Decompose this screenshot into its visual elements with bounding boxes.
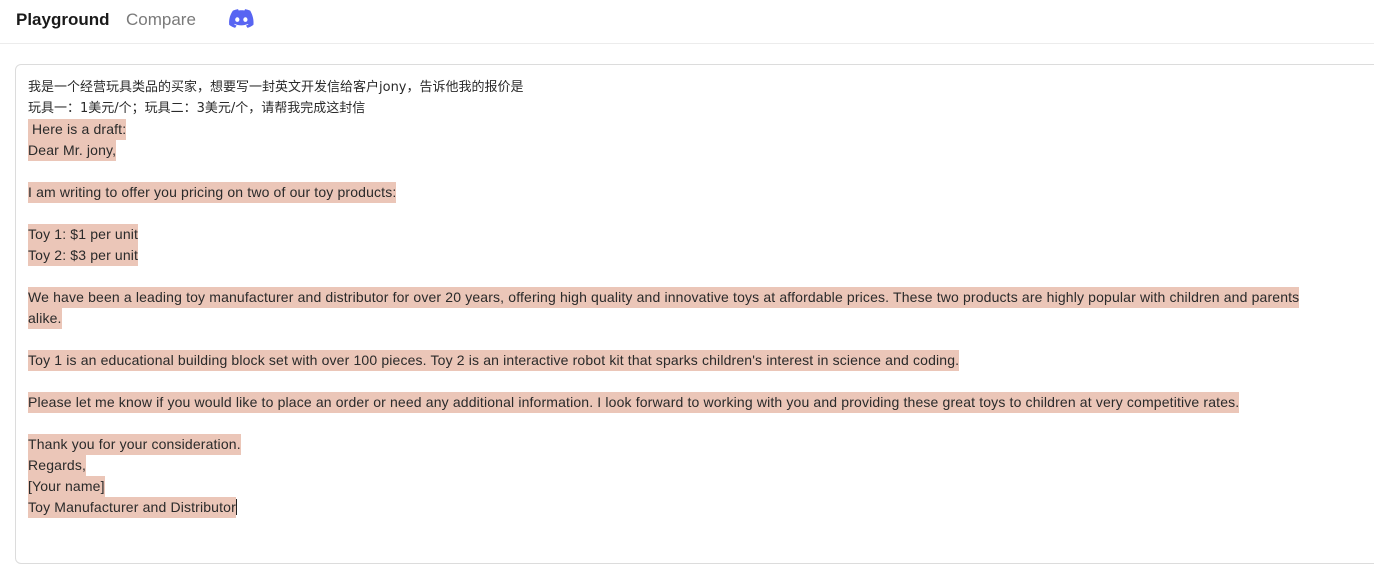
response-paragraph-2-cont: alike. <box>28 308 62 329</box>
prompt-line-1: 我是一个经营玩具类品的买家，想要写一封英文开发信给客户jony，告诉他我的报价是 <box>28 80 524 95</box>
response-thanks: Thank you for your consideration. <box>28 434 241 455</box>
tab-playground[interactable]: Playground <box>16 10 110 30</box>
top-nav: Playground Compare <box>0 0 1374 44</box>
tab-compare[interactable]: Compare <box>126 10 196 30</box>
response-paragraph-3: Toy 1 is an educational building block s… <box>28 350 960 371</box>
response-regards: Regards, <box>28 455 87 476</box>
response-salutation: Dear Mr. jony, <box>28 140 117 161</box>
response-toy-2: Toy 2: $3 per unit <box>28 245 139 266</box>
response-title: Toy Manufacturer and Distributor <box>28 497 236 518</box>
prompt-editor[interactable]: 我是一个经营玩具类品的买家，想要写一封英文开发信给客户jony，告诉他我的报价是… <box>15 64 1374 564</box>
response-toy-1: Toy 1: $1 per unit <box>28 224 139 245</box>
response-paragraph-4: Please let me know if you would like to … <box>28 392 1240 413</box>
response-paragraph-1: I am writing to offer you pricing on two… <box>28 182 397 203</box>
discord-icon[interactable] <box>229 9 254 28</box>
response-intro: Here is a draft: <box>28 119 127 140</box>
response-name: [Your name] <box>28 476 105 497</box>
editor-content: 我是一个经营玩具类品的买家，想要写一封英文开发信给客户jony，告诉他我的报价是… <box>28 77 1374 518</box>
response-paragraph-2: We have been a leading toy manufacturer … <box>28 287 1300 308</box>
prompt-line-2: 玩具一：1美元/个；玩具二：3美元/个，请帮我完成这封信 <box>28 101 366 116</box>
text-caret <box>235 499 237 515</box>
